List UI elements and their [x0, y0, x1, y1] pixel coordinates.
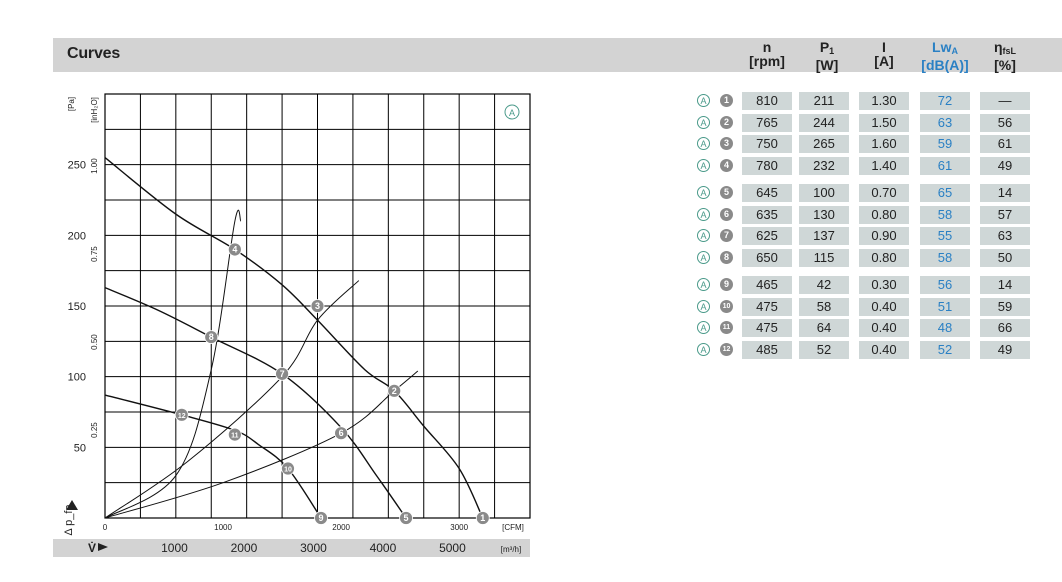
y-tick-label: 150: [68, 301, 86, 313]
series-line: [104, 209, 242, 519]
x-unit-label: [CFM]: [502, 523, 524, 532]
x2-tick-label: 2000: [231, 541, 258, 555]
operating-point-label: 2: [392, 386, 397, 396]
operating-point-label: 11: [231, 433, 239, 440]
x2-tick-label: 4000: [370, 541, 397, 555]
operating-point-label: 9: [319, 513, 324, 523]
y-unit-label: [Pa]: [67, 97, 76, 111]
operating-point-label: 6: [339, 428, 344, 438]
x2-unit-label: [m³/h]: [501, 545, 521, 554]
series-line: [104, 394, 322, 519]
x2-tick-label: 1000: [161, 541, 188, 555]
operating-point-label: 7: [280, 369, 285, 379]
y2-tick-label: 0.25: [90, 422, 99, 438]
operating-point-label: 10: [284, 467, 292, 474]
curve-a-label: A: [509, 108, 515, 118]
y2-unit-label: [inH₂O]: [90, 97, 99, 123]
x-tick-label: 1000: [214, 523, 232, 532]
operating-point-label: 8: [209, 332, 214, 342]
y2-tick-label: 1.00: [90, 158, 99, 174]
operating-point-label: 5: [404, 513, 409, 523]
x-tick-label: 3000: [450, 523, 468, 532]
y-tick-label: 50: [74, 442, 86, 454]
operating-point-label: 4: [232, 244, 237, 254]
x2-tick-label: 3000: [300, 541, 327, 555]
y2-tick-label: 0.75: [90, 246, 99, 262]
x-tick-label: 0: [103, 523, 108, 532]
series-line: [104, 157, 484, 519]
operating-point-label: 12: [178, 413, 186, 420]
y-tick-label: 100: [68, 372, 86, 384]
x-tick-label: 2000: [332, 523, 350, 532]
operating-point-label: 1: [480, 513, 485, 523]
y-tick-label: 200: [68, 230, 86, 242]
y2-tick-label: 0.50: [90, 334, 99, 350]
x2-tick-label: 5000: [439, 541, 466, 555]
fan-curve-chart: 501001502002500.250.500.751.00[Pa] [inH₂O…: [53, 93, 531, 557]
operating-point-label: 3: [315, 301, 320, 311]
y-tick-label: 250: [68, 160, 86, 172]
x-axis-label: V̇: [88, 540, 96, 555]
